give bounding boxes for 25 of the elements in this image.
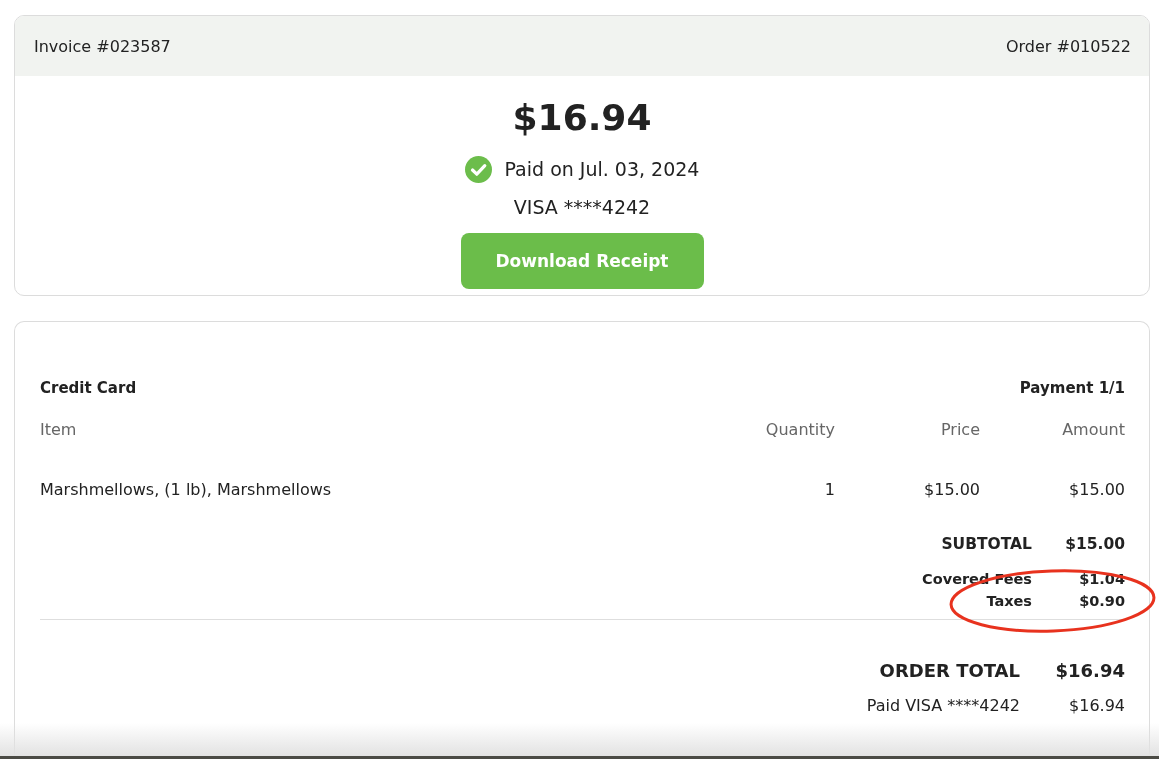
column-header: Price (940, 420, 980, 440)
card-number: VISA ****4242 (513, 195, 651, 219)
order-number: Order #010522 (1005, 36, 1131, 56)
payment-counter: Payment 1/1 (1019, 378, 1125, 398)
summary-value: $0.90 (1079, 592, 1125, 610)
column-header: Quantity (765, 420, 835, 440)
column-header: Item (40, 420, 77, 440)
table-cell: $15.00 (1069, 480, 1125, 500)
summary-value: $15.00 (1065, 534, 1125, 554)
total-label: Paid VISA ****4242 (866, 695, 1020, 717)
total-amount: $16.94 (512, 96, 652, 140)
column-header: Amount (1062, 420, 1125, 440)
table-cell: 1 (824, 480, 835, 500)
payment-method: Credit Card (40, 378, 137, 398)
paid-date: Paid on Jul. 03, 2024 (504, 157, 700, 182)
total-value: $16.94 (1069, 695, 1125, 717)
summary-label: SUBTOTAL (941, 534, 1032, 554)
total-label: ORDER TOTAL (879, 659, 1020, 683)
download-receipt-button[interactable]: Download Receipt (460, 233, 704, 289)
summary-label: Taxes (986, 592, 1032, 610)
invoice-number: Invoice #023587 (34, 36, 171, 56)
table-cell: $15.00 (924, 480, 980, 500)
check-circle-icon (464, 155, 492, 183)
total-value: $16.94 (1055, 659, 1125, 683)
table-cell: Marshmellows, (1 lb), Marshmellows (40, 480, 332, 500)
